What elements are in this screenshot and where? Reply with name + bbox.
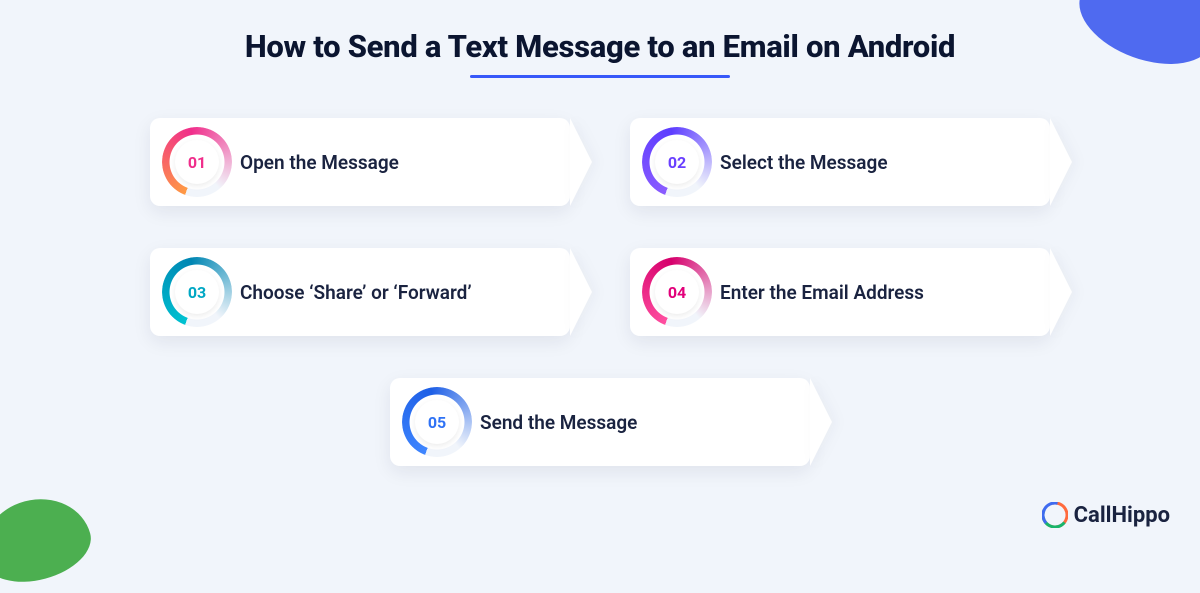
step-badge: 01 bbox=[168, 133, 226, 191]
step-label: Choose ‘Share’ or ‘Forward’ bbox=[240, 281, 472, 304]
step-label: Enter the Email Address bbox=[720, 281, 924, 304]
steps-row: 03 Choose ‘Share’ or ‘Forward’ 04 Enter the… bbox=[150, 248, 1050, 336]
step-label: Open the Message bbox=[240, 151, 399, 174]
step-label: Send the Message bbox=[480, 411, 637, 434]
step-card-02: 02 Select the Message bbox=[630, 118, 1050, 206]
step-badge: 05 bbox=[408, 393, 466, 451]
step-card-05: 05 Send the Message bbox=[390, 378, 810, 466]
step-badge: 04 bbox=[648, 263, 706, 321]
step-label: Select the Message bbox=[720, 151, 888, 174]
brand-name: CallHippo bbox=[1074, 503, 1170, 528]
step-badge: 03 bbox=[168, 263, 226, 321]
step-number: 02 bbox=[655, 140, 699, 184]
step-number: 03 bbox=[175, 270, 219, 314]
title-underline bbox=[470, 75, 730, 78]
step-number: 04 bbox=[655, 270, 699, 314]
step-card-04: 04 Enter the Email Address bbox=[630, 248, 1050, 336]
step-card-03: 03 Choose ‘Share’ or ‘Forward’ bbox=[150, 248, 570, 336]
step-number: 05 bbox=[415, 400, 459, 444]
step-badge: 02 bbox=[648, 133, 706, 191]
brand-logo: CallHippo bbox=[1042, 502, 1170, 528]
steps-row: 01 Open the Message 02 Select the Message bbox=[150, 118, 1050, 206]
page-title: How to Send a Text Message to an Email o… bbox=[0, 0, 1200, 65]
steps-grid: 01 Open the Message 02 Select the Message 03… bbox=[0, 118, 1200, 466]
brand-icon bbox=[1042, 502, 1068, 528]
steps-row: 05 Send the Message bbox=[390, 378, 810, 466]
decor-blob-bottom-left bbox=[0, 487, 98, 593]
step-number: 01 bbox=[175, 140, 219, 184]
step-card-01: 01 Open the Message bbox=[150, 118, 570, 206]
